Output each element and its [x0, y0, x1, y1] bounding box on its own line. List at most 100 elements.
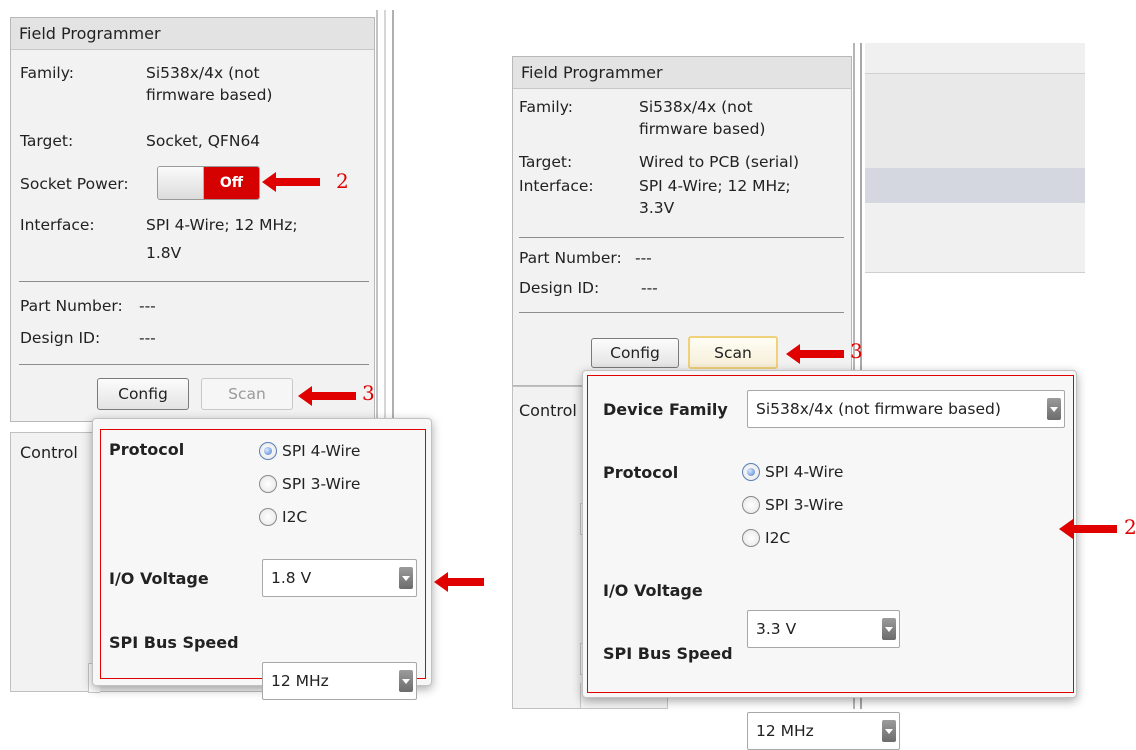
red-arrow-icon [786, 344, 844, 364]
select-value: 3.3 V [756, 620, 797, 638]
chevron-down-icon[interactable] [399, 567, 413, 589]
family-label: Family: [20, 64, 74, 82]
scan-button[interactable]: Scan [201, 378, 293, 410]
toggle-knob [158, 167, 204, 199]
radio-i2c[interactable]: I2C [742, 525, 843, 551]
radio-spi4[interactable]: SPI 4-Wire [259, 439, 360, 463]
config-popup: Protocol SPI 4-Wire SPI 3-Wire I2C I/O V… [92, 418, 432, 700]
chevron-down-icon[interactable] [882, 720, 896, 742]
interface-value-line2: 3.3V [639, 199, 675, 217]
radio-label: SPI 4-Wire [282, 442, 361, 460]
family-value-line1: Si538x/4x (not [146, 64, 260, 82]
target-label: Target: [519, 153, 573, 171]
background-panel [865, 203, 1085, 273]
part-number-value: --- [635, 249, 652, 267]
section-divider [519, 237, 844, 238]
select-value: 12 MHz [756, 722, 814, 740]
design-id-label: Design ID: [20, 329, 101, 347]
section-divider [519, 312, 844, 313]
annotation-marker: 3 [850, 339, 863, 363]
radio-spi4[interactable]: SPI 4-Wire [742, 459, 843, 485]
radio-button[interactable] [742, 529, 760, 547]
red-arrow-icon [434, 572, 484, 592]
io-voltage-label: I/O Voltage [603, 581, 703, 600]
part-number-value: --- [139, 297, 156, 315]
interface-value-line1: SPI 4-Wire; 12 MHz; [146, 216, 298, 234]
chevron-down-icon[interactable] [882, 618, 896, 640]
family-value: Si538x/4x (not firmware based) [146, 62, 272, 106]
background-panel [865, 43, 1085, 73]
radio-label: SPI 4-Wire [765, 463, 844, 481]
spi-speed-select[interactable]: 12 MHz [262, 662, 417, 700]
radio-spi3[interactable]: SPI 3-Wire [742, 492, 843, 518]
protocol-label: Protocol [603, 463, 679, 482]
design-id-value: --- [139, 329, 156, 347]
radio-button[interactable] [259, 475, 277, 493]
interface-value: SPI 4-Wire; 12 MHz; 1.8V [146, 214, 298, 264]
protocol-radio-group: SPI 4-Wire SPI 3-Wire I2C [742, 459, 843, 551]
target-value: Wired to PCB (serial) [639, 153, 800, 171]
field-programmer-panel: Field Programmer Family: Si538x/4x (not … [10, 17, 375, 422]
panel-header: Field Programmer [513, 57, 851, 89]
target-label: Target: [20, 132, 74, 150]
annotation-marker: 3 [362, 381, 375, 405]
select-value: 1.8 V [271, 569, 312, 587]
background-bar [865, 168, 1085, 203]
radio-button[interactable] [259, 442, 277, 460]
section-divider [19, 281, 369, 282]
interface-label: Interface: [20, 216, 95, 234]
red-arrow-icon [298, 386, 356, 406]
radio-label: I2C [765, 529, 791, 547]
interface-value: SPI 4-Wire; 12 MHz; 3.3V [639, 175, 791, 219]
protocol-label: Protocol [109, 440, 185, 459]
radio-label: SPI 3-Wire [765, 496, 844, 514]
radio-button[interactable] [742, 496, 760, 514]
config-popup: Device Family Si538x/4x (not firmware ba… [582, 370, 1077, 750]
radio-label: I2C [282, 508, 308, 526]
scan-button[interactable]: Scan [688, 336, 778, 369]
family-label: Family: [519, 98, 573, 116]
toggle-off-state: Off [204, 167, 259, 199]
select-value: Si538x/4x (not firmware based) [756, 400, 1001, 418]
family-value: Si538x/4x (not firmware based) [639, 96, 765, 140]
io-voltage-label: I/O Voltage [109, 569, 209, 588]
family-value-line1: Si538x/4x (not [639, 98, 753, 116]
socket-power-label: Socket Power: [20, 175, 129, 193]
chevron-down-icon[interactable] [399, 670, 413, 692]
design-id-value: --- [641, 279, 658, 297]
radio-label: SPI 3-Wire [282, 475, 361, 493]
red-arrow-icon [262, 172, 320, 192]
interface-value-line1: SPI 4-Wire; 12 MHz; [639, 177, 791, 195]
section-divider [19, 364, 369, 365]
radio-button[interactable] [742, 463, 760, 481]
interface-label: Interface: [519, 177, 594, 195]
background-panel [865, 73, 1085, 168]
spi-speed-label: SPI Bus Speed [109, 633, 239, 652]
io-voltage-select[interactable]: 3.3 V [747, 610, 900, 648]
spi-speed-select[interactable]: 12 MHz [747, 712, 900, 750]
design-id-label: Design ID: [519, 279, 600, 297]
part-number-label: Part Number: [20, 297, 123, 315]
device-family-label: Device Family [603, 400, 728, 419]
left-screenshot: Field Programmer Family: Si538x/4x (not … [0, 0, 484, 709]
radio-button[interactable] [259, 508, 277, 526]
radio-i2c[interactable]: I2C [259, 505, 360, 529]
field-programmer-panel: Field Programmer Family: Si538x/4x (not … [512, 56, 852, 386]
config-button[interactable]: Config [591, 338, 679, 368]
spi-speed-label: SPI Bus Speed [603, 644, 733, 663]
io-voltage-select[interactable]: 1.8 V [262, 559, 417, 597]
socket-power-toggle[interactable]: Off [157, 166, 260, 200]
red-arrow-icon [1059, 519, 1117, 539]
radio-spi3[interactable]: SPI 3-Wire [259, 472, 360, 496]
device-family-select[interactable]: Si538x/4x (not firmware based) [747, 390, 1065, 428]
annotation-marker: 2 [336, 169, 349, 193]
annotation-marker: 2 [1124, 515, 1136, 539]
chevron-down-icon[interactable] [1047, 398, 1061, 420]
part-number-label: Part Number: [519, 249, 622, 267]
target-value: Socket, QFN64 [146, 132, 261, 150]
select-value: 12 MHz [271, 672, 329, 690]
config-button[interactable]: Config [97, 378, 189, 410]
family-value-line2: firmware based) [639, 120, 766, 138]
panel-header: Field Programmer [11, 18, 374, 50]
protocol-radio-group: SPI 4-Wire SPI 3-Wire I2C [259, 439, 360, 529]
